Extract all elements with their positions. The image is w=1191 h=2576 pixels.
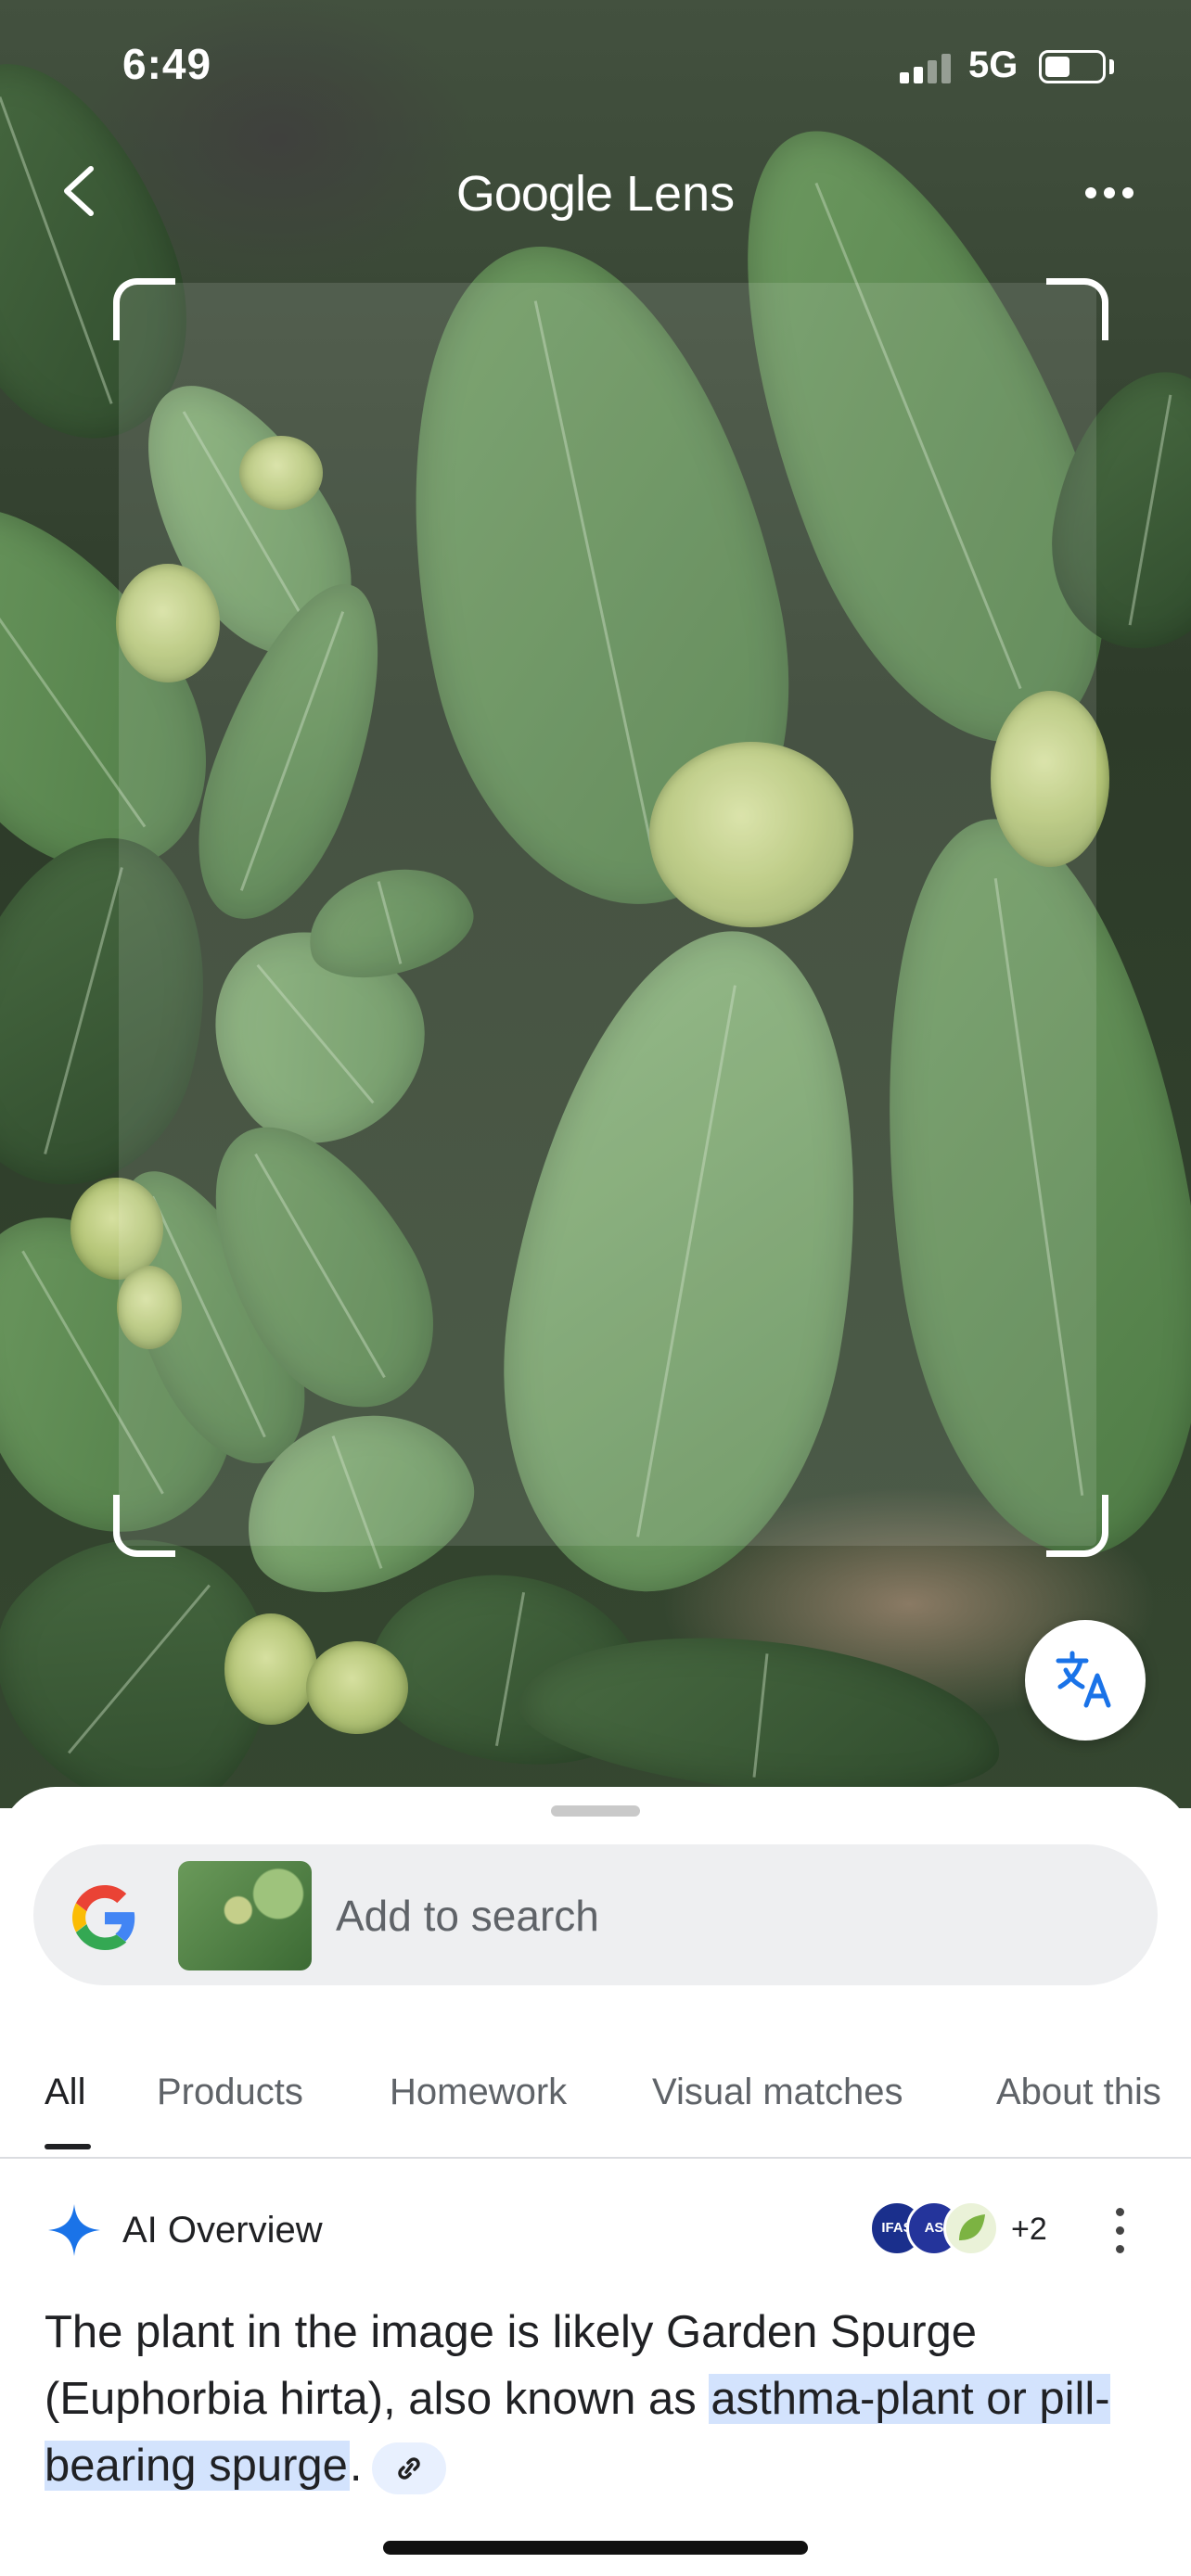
camera-photo[interactable] — [0, 0, 1191, 1808]
citation-link-button[interactable] — [371, 2442, 446, 2495]
battery-icon — [1039, 50, 1106, 83]
tab-products[interactable]: Products — [157, 2072, 303, 2113]
crop-handle-bottom-right[interactable] — [1046, 1495, 1108, 1557]
search-image-thumbnail[interactable] — [178, 1861, 312, 1970]
ai-overview-menu-button[interactable] — [1113, 2208, 1126, 2254]
signal-icon — [900, 54, 954, 83]
ai-overview-text: The plant in the image is likely Garden … — [45, 2299, 1158, 2499]
search-input[interactable]: Add to search — [336, 1891, 599, 1941]
ai-overview-header: AI Overview IFAS AS +2 — [0, 2195, 1191, 2269]
crop-handle-top-left[interactable] — [113, 278, 175, 340]
tab-all[interactable]: All — [45, 2072, 85, 2113]
translate-button[interactable] — [1025, 1620, 1146, 1741]
ai-overview-label: AI Overview — [122, 2210, 323, 2251]
sheet-drag-handle[interactable] — [551, 1805, 640, 1817]
title-google: Google — [455, 166, 613, 222]
source-leaf-icon[interactable] — [943, 2200, 999, 2256]
page-title: Google Lens — [0, 165, 1191, 223]
google-g-icon — [72, 1885, 135, 1950]
crop-handle-bottom-left[interactable] — [113, 1495, 175, 1557]
link-icon — [397, 2457, 420, 2480]
tab-homework[interactable]: Homework — [390, 2072, 567, 2113]
tab-visual-matches[interactable]: Visual matches — [652, 2072, 903, 2113]
status-time: 6:49 — [122, 40, 212, 88]
network-type: 5G — [968, 45, 1018, 85]
more-sources-count[interactable]: +2 — [1011, 2212, 1047, 2248]
sparkle-icon — [48, 2204, 100, 2256]
more-options-button[interactable] — [1085, 176, 1141, 210]
selection-region[interactable] — [119, 283, 1096, 1546]
results-sheet: Add to search All Products Homework Visu… — [0, 1787, 1191, 2576]
active-tab-indicator — [45, 2144, 91, 2149]
search-bar[interactable]: Add to search — [33, 1844, 1158, 1985]
tab-about-this[interactable]: About this — [996, 2072, 1161, 2113]
crop-handle-top-right[interactable] — [1046, 278, 1108, 340]
title-lens: Lens — [626, 166, 736, 222]
translate-icon — [1056, 1651, 1111, 1708]
results-tabs: All Products Homework Visual matches Abo… — [0, 2053, 1191, 2159]
source-icons[interactable]: IFAS AS — [869, 2200, 999, 2258]
home-indicator[interactable] — [383, 2541, 808, 2555]
